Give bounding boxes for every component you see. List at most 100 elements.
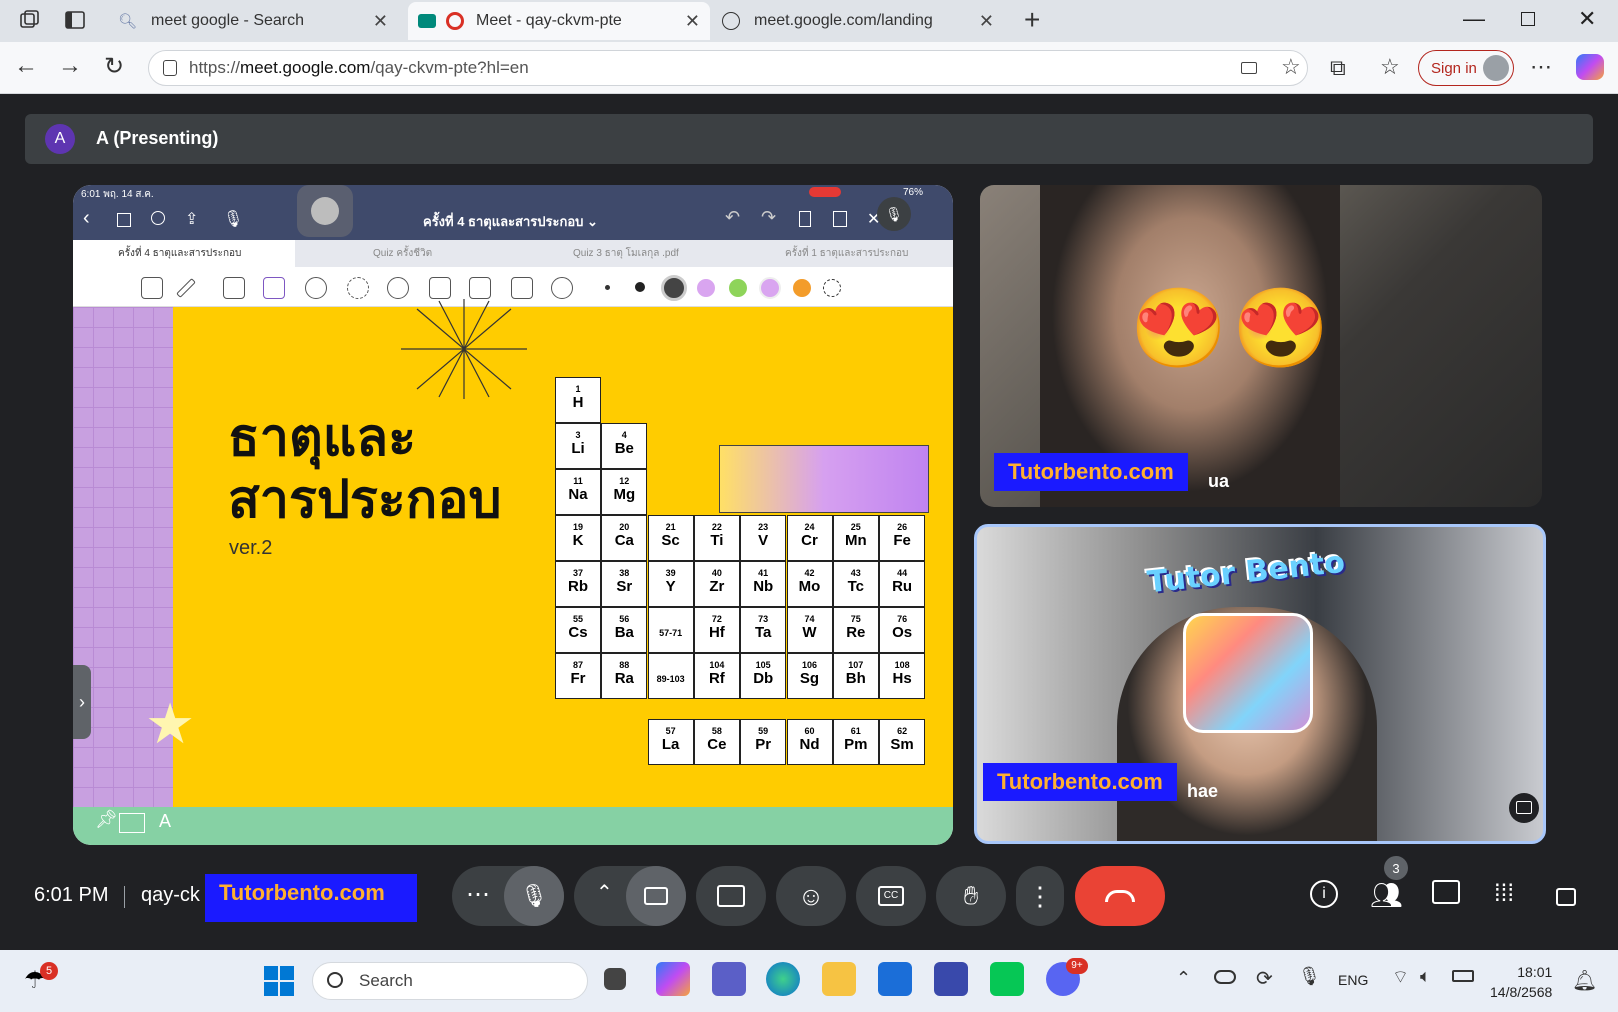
element-cell: 57 La: [647, 719, 694, 765]
workspaces-icon[interactable]: [18, 9, 40, 31]
more-menu-icon[interactable]: ⋯: [1530, 54, 1552, 80]
element-symbol: Sg: [799, 670, 820, 687]
element-symbol: Zr: [709, 578, 725, 595]
clock-time: 18:01: [1517, 964, 1553, 980]
element-cell: 57-71: [647, 607, 694, 653]
element-cell: 88 Ra: [601, 653, 648, 699]
restore-button[interactable]: [1521, 12, 1535, 26]
wifi-icon[interactable]: ⌔: [1392, 966, 1409, 989]
windows-taskbar: [0, 950, 1618, 1012]
element-cell: 4 Be: [601, 423, 648, 469]
volume-icon[interactable]: 🔈︎: [1420, 966, 1431, 987]
show-hidden-icons[interactable]: ⌃: [1176, 968, 1191, 989]
camera-options-chevron-icon[interactable]: ⌃: [596, 880, 613, 905]
element-symbol: Ru: [892, 578, 913, 595]
sign-in-label: Sign in: [1431, 59, 1477, 77]
element-number: 43: [850, 568, 861, 578]
edge-icon[interactable]: [766, 962, 800, 996]
camera-button[interactable]: [626, 866, 686, 926]
forward-icon[interactable]: →: [58, 52, 82, 80]
microsoft-store-icon[interactable]: [878, 962, 912, 996]
element-symbol: Sm: [890, 736, 914, 753]
upload-icon[interactable]: [119, 813, 145, 833]
bento-box-icon: [1183, 613, 1313, 733]
sign-in-button[interactable]: Sign in: [1418, 50, 1514, 86]
element-number: 23: [758, 522, 769, 532]
element-number: 24: [804, 522, 815, 532]
element-symbol: Mg: [613, 486, 636, 503]
tab-actions-icon[interactable]: [64, 9, 86, 31]
close-tab-icon[interactable]: ✕: [685, 11, 700, 32]
element-cell: 12 Mg: [601, 469, 648, 515]
copilot-app-icon[interactable]: [656, 962, 690, 996]
mic-tray-icon[interactable]: 🎙︎: [1298, 966, 1321, 987]
element-cell: 76 Os: [879, 607, 926, 653]
activities-grid-icon[interactable]: ⁞⁞⁞: [1494, 880, 1514, 908]
battery-icon[interactable]: [1452, 970, 1474, 982]
present-screen-button[interactable]: [696, 866, 766, 926]
audio-settings-button[interactable]: ⋯: [466, 880, 490, 909]
task-view-icon[interactable]: [604, 968, 626, 990]
address-bar[interactable]: https://meet.google.com/qay-ckvm-pte?hl=…: [148, 50, 1308, 86]
element-number: 22: [711, 522, 722, 532]
onedrive-icon[interactable]: [1214, 970, 1236, 984]
participant-tile[interactable]: 😍 😍 Tutorbento.com ua: [980, 185, 1542, 507]
element-cell: 74 W: [786, 607, 833, 653]
element-number: 21: [665, 522, 676, 532]
recording-icon: [446, 12, 464, 30]
tab-landing[interactable]: meet.google.com/landing ✕: [712, 2, 1004, 40]
copilot-icon[interactable]: [1576, 54, 1604, 80]
close-window-button[interactable]: ✕: [1578, 6, 1596, 32]
meeting-info-icon[interactable]: i: [1310, 880, 1338, 908]
chat-icon[interactable]: [1432, 880, 1460, 904]
element-number: 62: [897, 726, 908, 736]
note-app-icon[interactable]: [934, 962, 968, 996]
teams-icon[interactable]: [712, 962, 746, 996]
element-number: 3: [575, 430, 581, 440]
microphone-button[interactable]: 🎙︎: [504, 866, 564, 926]
raise-hand-button[interactable]: ✋︎: [936, 866, 1006, 926]
new-tab-button[interactable]: +: [1024, 4, 1040, 36]
element-number: 72: [711, 614, 722, 624]
camera-in-use-icon[interactable]: [1241, 62, 1257, 74]
meeting-code[interactable]: qay-ck: [141, 884, 200, 907]
captions-button[interactable]: CC: [856, 866, 926, 926]
taskbar-search-label: Search: [359, 971, 413, 990]
host-controls-lock-icon[interactable]: [1556, 888, 1576, 906]
meeting-time: 6:01 PM: [34, 884, 109, 906]
language-indicator[interactable]: ENG: [1338, 972, 1368, 988]
refresh-icon[interactable]: ↻: [104, 52, 124, 81]
minimize-button[interactable]: —: [1463, 6, 1485, 32]
element-number: 61: [850, 726, 861, 736]
tab-search[interactable]: 🔍︎ meet google - Search ✕: [108, 2, 398, 40]
extensions-icon[interactable]: ⧉: [1330, 55, 1346, 81]
sync-icon[interactable]: ⟳: [1256, 966, 1273, 991]
favorites-icon[interactable]: ☆: [1380, 54, 1400, 80]
close-tab-icon[interactable]: ✕: [979, 11, 994, 32]
tab-title: Meet - qay-ckvm-pte: [476, 12, 622, 29]
heart-eyes-emoji-icon: 😍: [1130, 284, 1228, 372]
shared-screen[interactable]: 6:01 พฤ. 14 ส.ค. 76% ‹ ⇪ 🎙︎ ครั้งที่ 4 ธ…: [73, 185, 953, 845]
start-button[interactable]: [264, 966, 294, 996]
taskbar-search[interactable]: Search: [312, 962, 588, 1000]
participant-tile-self[interactable]: Tutor Bento Tutorbento.com hae: [974, 524, 1546, 844]
picture-in-picture-icon[interactable]: [1509, 793, 1539, 823]
element-number: 57: [665, 726, 676, 736]
notifications-icon[interactable]: 🔔︎: [1572, 968, 1597, 993]
text-format-icon[interactable]: A: [159, 811, 171, 832]
watermark: Tutorbento.com: [994, 453, 1188, 491]
favorite-star-icon[interactable]: ☆: [1281, 54, 1301, 80]
line-icon[interactable]: [990, 962, 1024, 996]
element-number: 58: [711, 726, 722, 736]
tab-meet[interactable]: Meet - qay-ckvm-pte ✕: [408, 2, 710, 40]
reactions-button[interactable]: ☺: [776, 866, 846, 926]
system-clock[interactable]: 18:01 14/8/2568: [1490, 962, 1552, 1002]
end-call-button[interactable]: [1075, 866, 1165, 926]
file-explorer-icon[interactable]: [822, 962, 856, 996]
close-tab-icon[interactable]: ✕: [373, 11, 388, 32]
more-options-button[interactable]: ⋮: [1016, 866, 1064, 926]
element-cell: 44 Ru: [879, 561, 926, 607]
back-icon[interactable]: ←: [14, 52, 38, 80]
people-icon[interactable]: 👥︎: [1370, 880, 1403, 911]
pin-icon[interactable]: 📌︎: [95, 809, 118, 830]
